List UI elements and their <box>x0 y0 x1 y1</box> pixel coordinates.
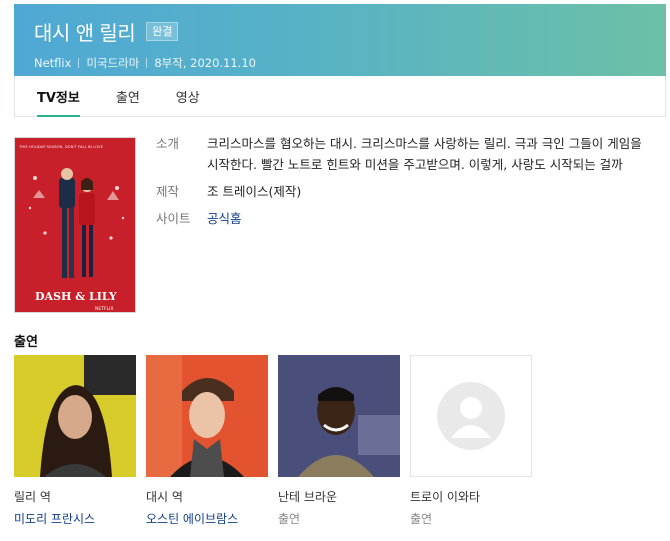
cast-section-title: 출연 <box>14 335 38 350</box>
cast-name: 출연 <box>278 512 301 526</box>
cast-role: 난테 브라운 <box>278 490 338 504</box>
cast-photo[interactable] <box>146 355 268 477</box>
network-label: Netflix <box>34 56 72 70</box>
tab-video[interactable]: 영상 <box>176 76 200 116</box>
title-row: 대시 앤 릴리 완결 <box>34 17 646 46</box>
episodes-date-label: 8부작, 2020.11.10 <box>154 56 256 70</box>
meta-info: Netflix 미국드라마 8부작, 2020.11.10 <box>34 55 646 71</box>
tab-bar: TV정보 출연 영상 <box>14 76 666 117</box>
person-placeholder-icon <box>437 382 505 450</box>
cast-photo[interactable] <box>278 355 400 477</box>
poster-brand-text: NETFLIX <box>95 306 113 312</box>
status-badge: 완결 <box>146 22 179 41</box>
cast-card[interactable]: 트로이 이와타 출연 <box>410 355 532 527</box>
show-poster[interactable]: DASH & LILY NETFLIX THIS HOLIDAY SEASON,… <box>14 137 136 313</box>
site-row: 사이트 공식홈 <box>156 208 651 229</box>
cast-role: 릴리 역 <box>14 490 51 504</box>
official-site-link[interactable]: 공식홈 <box>207 208 242 229</box>
production-value: 조 트레이스(제작) <box>207 184 302 199</box>
show-info: 소개 크리스마스를 혐오하는 대시. 크리스마스를 사랑하는 릴리. 극과 극인… <box>156 133 651 235</box>
cast-role: 대시 역 <box>146 490 183 504</box>
genre-label: 미국드라마 <box>86 56 140 70</box>
cast-card[interactable]: 난테 브라운 출연 <box>278 355 400 527</box>
production-label: 제작 <box>156 184 180 199</box>
cast-name: 출연 <box>410 512 433 526</box>
poster-tagline-text: THIS HOLIDAY SEASON, DON'T FALL IN LOVE <box>18 144 104 149</box>
meta-divider <box>78 58 80 68</box>
tab-cast[interactable]: 출연 <box>116 76 140 116</box>
intro-text: 크리스마스를 혐오하는 대시. 크리스마스를 사랑하는 릴리. 극과 극인 그들… <box>207 136 642 172</box>
cast-list: 릴리 역 미도리 프란시스 대시 역 오스틴 에이브람스 난테 브라운 출연 트… <box>14 355 542 527</box>
actor-photo <box>146 355 268 477</box>
cast-card[interactable]: 대시 역 오스틴 에이브람스 <box>146 355 268 527</box>
cast-photo[interactable] <box>14 355 136 477</box>
meta-divider <box>146 58 148 68</box>
poster-logo-text: DASH & LILY <box>35 290 117 303</box>
poster-image: DASH & LILY NETFLIX THIS HOLIDAY SEASON,… <box>15 138 135 312</box>
cast-card[interactable]: 릴리 역 미도리 프란시스 <box>14 355 136 527</box>
actor-photo <box>14 355 136 477</box>
tab-tv-info[interactable]: TV정보 <box>37 76 80 117</box>
cast-name[interactable]: 오스틴 에이브람스 <box>146 510 268 527</box>
cast-name[interactable]: 미도리 프란시스 <box>14 510 136 527</box>
intro-label: 소개 <box>156 136 180 151</box>
production-row: 제작 조 트레이스(제작) <box>156 181 651 202</box>
intro-row: 소개 크리스마스를 혐오하는 대시. 크리스마스를 사랑하는 릴리. 극과 극인… <box>156 133 651 175</box>
title-header: 대시 앤 릴리 완결 Netflix 미국드라마 8부작, 2020.11.10 <box>14 4 666 76</box>
cast-photo-placeholder[interactable] <box>410 355 532 477</box>
page-title: 대시 앤 릴리 <box>34 21 136 45</box>
cast-role: 트로이 이와타 <box>410 490 481 504</box>
actor-photo <box>278 355 400 477</box>
site-label: 사이트 <box>156 211 191 226</box>
